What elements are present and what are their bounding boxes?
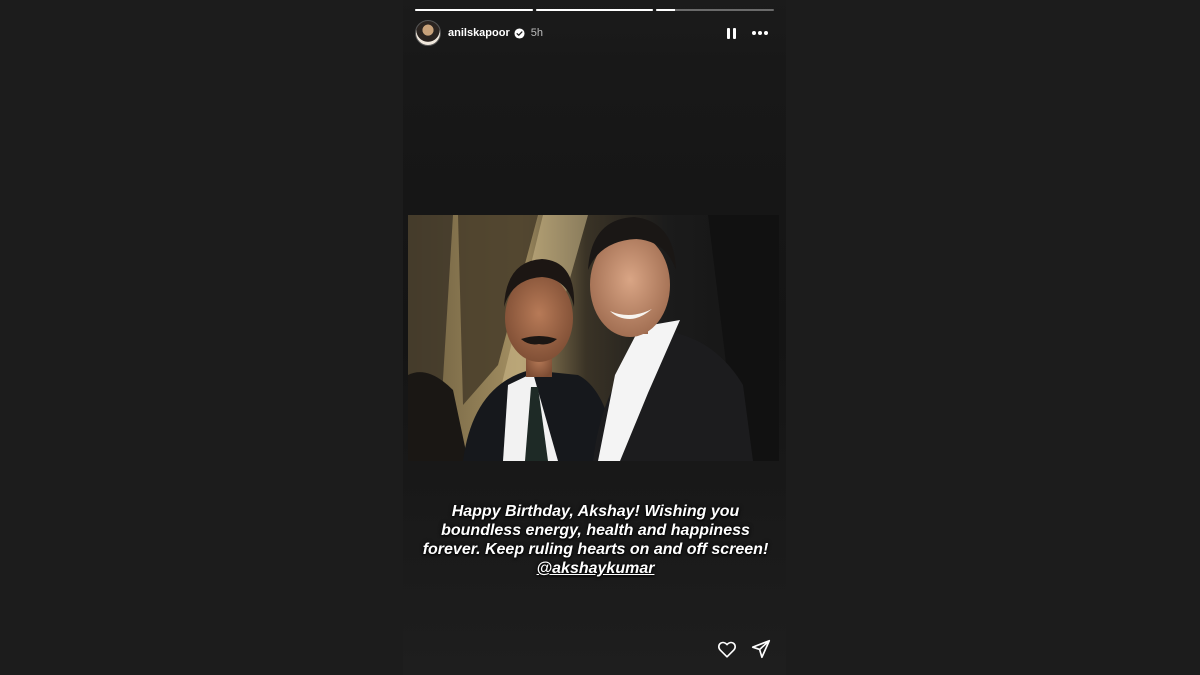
verified-badge-icon bbox=[514, 27, 525, 39]
progress-segment-fill bbox=[415, 9, 533, 11]
heart-icon[interactable] bbox=[716, 638, 738, 660]
pause-icon bbox=[732, 27, 736, 39]
avatar[interactable] bbox=[415, 20, 441, 46]
story-viewer: anilskapoor 5h Happy Birthday, Akshay! W… bbox=[403, 0, 786, 675]
send-icon[interactable] bbox=[750, 638, 772, 660]
progress-segment bbox=[656, 9, 775, 11]
more-options-button[interactable] bbox=[748, 22, 772, 44]
post-time: 5h bbox=[530, 27, 543, 39]
progress-segment bbox=[415, 9, 533, 11]
username[interactable]: anilskapoor bbox=[448, 27, 510, 39]
story-actions bbox=[716, 638, 772, 660]
pause-button[interactable] bbox=[720, 22, 742, 44]
more-options-icon bbox=[758, 31, 762, 35]
more-options-icon bbox=[764, 31, 768, 35]
mention-link[interactable]: @akshaykumar bbox=[537, 560, 655, 577]
story-caption: Happy Birthday, Akshay! Wishing you boun… bbox=[417, 502, 774, 578]
progress-segment-fill bbox=[535, 9, 654, 11]
story-progress-bar bbox=[415, 9, 775, 11]
caption-text: Happy Birthday, Akshay! Wishing you boun… bbox=[422, 503, 769, 558]
story-header: anilskapoor 5h bbox=[415, 20, 772, 46]
more-options-icon bbox=[752, 31, 756, 35]
story-photo bbox=[408, 215, 779, 461]
pause-icon bbox=[726, 27, 730, 39]
progress-segment bbox=[535, 9, 654, 11]
progress-segment-fill bbox=[656, 9, 676, 11]
